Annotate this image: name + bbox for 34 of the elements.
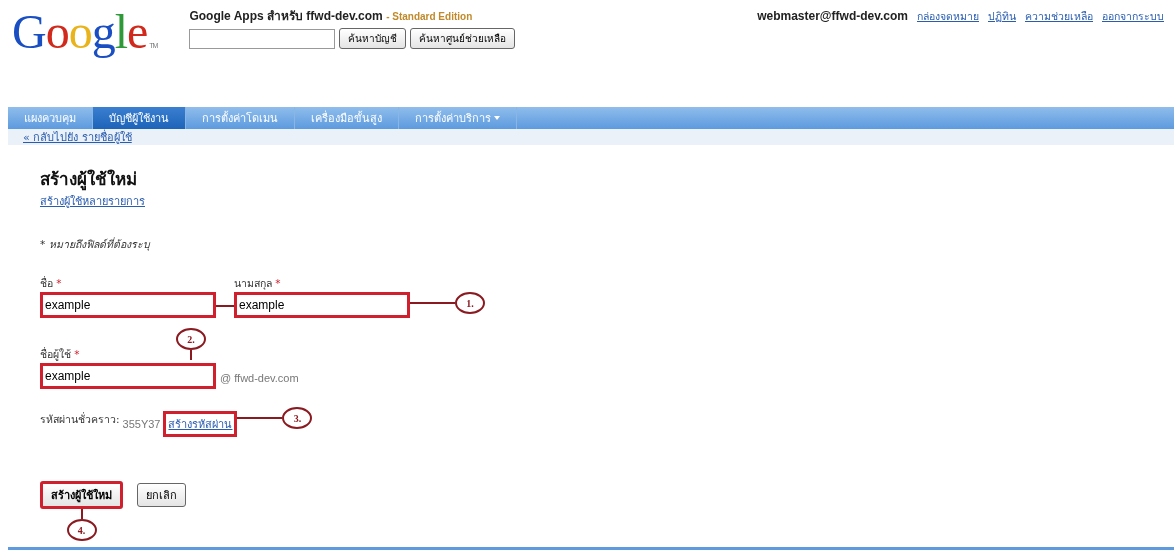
nav-tab[interactable]: บัญชีผู้ใช้งาน (93, 107, 186, 129)
leader-line (237, 417, 283, 419)
password-value: 355Y37 (122, 418, 161, 430)
callout-number: 4. (66, 519, 97, 541)
bulk-create-link[interactable]: สร้างผู้ใช้หลายรายการ (40, 192, 145, 210)
app-title: Google Apps สำหรับ ffwd-dev.com - Standard Edition (189, 8, 474, 25)
header-link[interactable]: กล่องจดหมาย (917, 8, 979, 25)
leader-line (410, 302, 455, 304)
header-link[interactable]: ความช่วยเหลือ (1025, 8, 1093, 25)
password-label: รหัสผ่านชั่วคราว: (40, 411, 120, 427)
leader-line (216, 305, 234, 307)
callout-number: 1. (455, 292, 485, 314)
search-button[interactable]: ค้นหาศูนย์ช่วยเหลือ (410, 28, 516, 49)
domain-suffix: @ ffwd-dev.com (220, 372, 299, 384)
input-field[interactable]: example (40, 363, 216, 389)
input-field[interactable]: example (40, 292, 216, 318)
back-link[interactable]: « กลับไปยัง รายชื่อผู้ใช้ (23, 128, 132, 146)
required-note: * หมายถึงฟิลด์ที่ต้องระบุ (40, 236, 152, 253)
search-button[interactable]: ค้นหาบัญชี (339, 28, 407, 49)
cancel-button[interactable]: ยกเลิก (137, 483, 186, 507)
page-title: สร้างผู้ใช้ใหม่ (40, 168, 138, 192)
user-email: webmaster@ffwd-dev.com (757, 9, 908, 23)
header-link[interactable]: ออกจากระบบ (1102, 8, 1164, 25)
callout-number: 3. (282, 407, 313, 429)
input-field[interactable]: example (234, 292, 410, 318)
search-field[interactable] (189, 28, 336, 49)
create-user-button[interactable]: สร้างผู้ใช้ใหม่ (40, 481, 123, 509)
field-label: นามสกุล * (234, 276, 281, 292)
header-link[interactable]: ปฏิทิน (988, 8, 1016, 25)
caret-icon (494, 116, 500, 120)
callout-number: 2. (176, 328, 206, 350)
field-label: ชื่อผู้ใช้ * (40, 346, 80, 363)
generate-password-link[interactable]: สร้างรหัสผ่าน (163, 411, 238, 437)
field-label: ชื่อ * (40, 275, 62, 291)
